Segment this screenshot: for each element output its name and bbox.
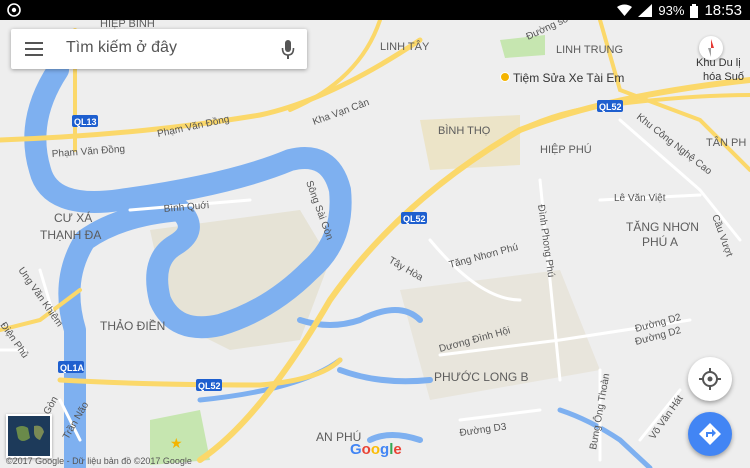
area-label: THẢO ĐIỀN xyxy=(100,318,165,333)
map-copyright: ©2017 Google - Dữ liệu bản đồ ©2017 Goog… xyxy=(6,456,192,466)
area-label: BÌNH THỌ xyxy=(438,124,491,137)
battery-icon xyxy=(690,3,699,18)
microphone-icon[interactable] xyxy=(281,39,295,61)
place-marker[interactable]: Tiệm Sửa Xe Tài Em xyxy=(500,71,625,85)
my-location-button[interactable] xyxy=(688,357,732,401)
compass-icon xyxy=(708,39,714,57)
svg-text:QL52: QL52 xyxy=(599,102,622,112)
area-label: LINH TRUNG xyxy=(556,44,623,56)
menu-icon[interactable] xyxy=(25,42,43,56)
compass-button[interactable] xyxy=(699,36,723,60)
svg-text:QL52: QL52 xyxy=(403,214,426,224)
satellite-thumbnail-icon xyxy=(8,416,50,456)
directions-icon xyxy=(699,423,721,445)
directions-button[interactable] xyxy=(688,412,732,456)
place-label: Tiệm Sửa Xe Tài Em xyxy=(513,71,624,85)
map-layers-thumbnail[interactable] xyxy=(6,414,52,458)
area-label: TÂN PH xyxy=(706,136,746,149)
wifi-icon xyxy=(617,4,633,16)
area-label: CƯ XÁ xyxy=(54,210,92,225)
google-logo: Google xyxy=(350,441,402,458)
highway-shield: QL52 xyxy=(196,379,222,391)
highway-shield: QL13 xyxy=(72,115,98,127)
svg-text:QL52: QL52 xyxy=(198,381,221,391)
road-label: Lê Văn Việt xyxy=(614,193,666,204)
poi-label: hóa Suố xyxy=(703,71,744,83)
signal-icon xyxy=(638,4,653,17)
battery-percent: 93% xyxy=(658,3,685,18)
area-label: THẠNH ĐA xyxy=(40,228,101,242)
my-location-icon xyxy=(699,368,721,390)
search-input[interactable]: Tìm kiếm ở đây xyxy=(66,39,177,57)
svg-text:QL13: QL13 xyxy=(74,117,97,127)
area-label: PHÚ A xyxy=(642,234,678,249)
highway-shield: QL52 xyxy=(597,100,623,112)
star-icon: ★ xyxy=(170,435,183,451)
clock: 18:53 xyxy=(704,2,742,19)
search-bar[interactable]: Tìm kiếm ở đây xyxy=(11,29,307,69)
map-canvas[interactable]: HIỆP BÌNH LINH TÂY LINH TRUNG BÌNH THỌ H… xyxy=(0,20,750,468)
highway-shield: QL52 xyxy=(401,212,427,224)
status-bar: 93% 18:53 xyxy=(0,0,750,20)
area-label: LINH TÂY xyxy=(380,40,430,53)
svg-text:QL1A: QL1A xyxy=(60,363,85,373)
area-label: HIỆP PHÚ xyxy=(540,143,592,156)
highway-shield: QL1A xyxy=(58,361,85,373)
app-notification-icon xyxy=(7,3,21,17)
area-label: TĂNG NHƠN xyxy=(626,219,699,234)
area-label: PHƯỚC LONG B xyxy=(434,369,529,384)
